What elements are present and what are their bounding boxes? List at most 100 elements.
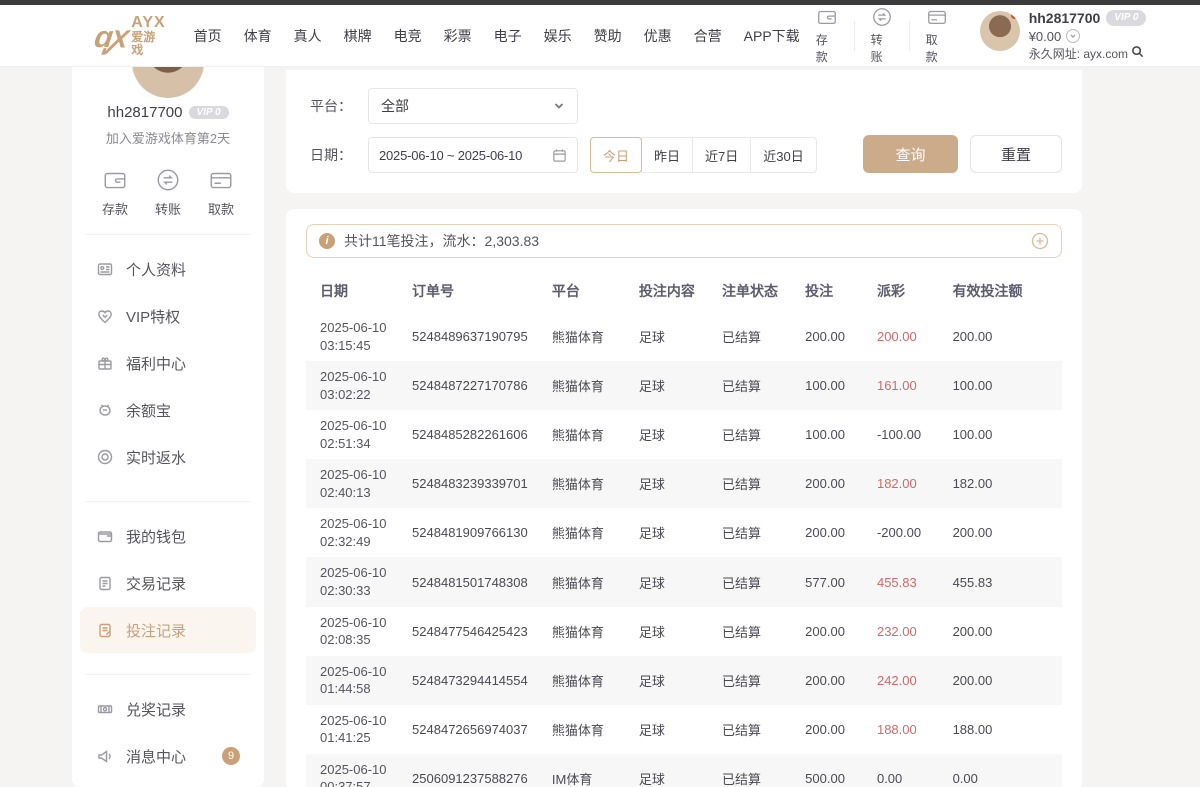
- nav-item-4[interactable]: 电竞: [394, 26, 422, 46]
- sidebar-quick-action-withdraw[interactable]: 取款: [208, 167, 234, 218]
- cell-valid: 200.00: [949, 607, 1062, 656]
- header-quick-actions: 存款转账取款: [800, 6, 964, 65]
- bet-records-table: 日期订单号平台投注内容注单状态投注派彩有效投注额 2025-06-1003:15…: [306, 270, 1062, 787]
- range-button-1[interactable]: 昨日: [641, 137, 693, 173]
- cell-date: 2025-06-1001:41:25: [306, 705, 408, 754]
- logo-mark-icon: ɑꭙ: [92, 15, 126, 56]
- nav-item-11[interactable]: APP下载: [744, 26, 800, 46]
- platform-select[interactable]: 全部: [368, 88, 578, 124]
- cell-date: 2025-06-1000:37:57: [306, 754, 408, 787]
- site-logo[interactable]: ɑꭙ AYX 爱游戏: [95, 15, 166, 57]
- cell-order: 5248473294414554: [408, 656, 548, 705]
- nav-item-9[interactable]: 优惠: [644, 26, 672, 46]
- sidebar-item-gift[interactable]: 福利中心: [80, 340, 256, 386]
- cell-platform: 熊猫体育: [548, 705, 635, 754]
- nav-item-0[interactable]: 首页: [194, 26, 222, 46]
- nav-item-10[interactable]: 合营: [694, 26, 722, 46]
- table-header-row: 日期订单号平台投注内容注单状态投注派彩有效投注额: [306, 270, 1062, 312]
- quick-action-label: 存款: [102, 199, 128, 218]
- expand-plus-icon[interactable]: [1031, 232, 1049, 250]
- sidebar-item-id-card[interactable]: 个人资料: [80, 246, 256, 292]
- nav-item-3[interactable]: 棋牌: [344, 26, 372, 46]
- cell-status: 已结算: [718, 557, 801, 606]
- cell-content: 足球: [635, 656, 718, 705]
- header-quick-action-deposit[interactable]: 存款: [800, 6, 854, 65]
- cell-date: 2025-06-1002:30:33: [306, 557, 408, 606]
- page: ɑꭙ AYX 爱游戏 首页 体育 真人 棋牌 电竞 彩票 电子 娱乐 赞助 优惠 合营 APP下载 存…: [0, 0, 1200, 787]
- nav-item-7[interactable]: 娱乐: [544, 26, 572, 46]
- cell-status: 已结算: [718, 705, 801, 754]
- nav-item-5[interactable]: 彩票: [444, 26, 472, 46]
- query-button[interactable]: 查询: [863, 135, 958, 173]
- user-info: hh2817700 VIP 0 ¥0.00 永久网址: ayx.com: [1029, 9, 1147, 63]
- sidebar-item-rebate[interactable]: 实时返水: [80, 434, 256, 480]
- sidebar-quick-action-deposit[interactable]: 存款: [102, 167, 128, 218]
- header-quick-action-withdraw[interactable]: 取款: [910, 6, 964, 65]
- permanent-url: 永久网址: ayx.com: [1029, 46, 1128, 62]
- table-row: 2025-06-1002:32:495248481909766130熊猫体育足球…: [306, 508, 1062, 557]
- cell-date: 2025-06-1002:51:34: [306, 410, 408, 459]
- nav-item-8[interactable]: 赞助: [594, 26, 622, 46]
- cell-payout: 200.00: [873, 312, 949, 361]
- sidebar: hh2817700 VIP 0 加入爱游戏体育第2天 存款转账取款 个人资料VI…: [72, 66, 264, 787]
- column-header-2: 平台: [548, 270, 635, 312]
- cell-bet: 200.00: [801, 656, 873, 705]
- sidebar-item-megaphone[interactable]: 消息中心9: [80, 733, 256, 779]
- cell-order: 5248481501748308: [408, 557, 548, 606]
- deposit-icon: [816, 6, 838, 28]
- range-button-0[interactable]: 今日: [590, 137, 642, 173]
- cell-valid: 0.00: [949, 754, 1062, 787]
- reset-button[interactable]: 重置: [970, 135, 1062, 173]
- sidebar-item-transaction[interactable]: 交易记录: [80, 560, 256, 606]
- cell-valid: 200.00: [949, 508, 1062, 557]
- cell-status: 已结算: [718, 410, 801, 459]
- transfer-icon: [155, 167, 181, 193]
- sidebar-username: hh2817700: [107, 104, 182, 121]
- sidebar-item-feedback[interactable]: 意见反馈: [80, 780, 256, 787]
- header-quick-action-transfer[interactable]: 转账: [855, 6, 909, 65]
- sidebar-item-piggy-bank[interactable]: 余额宝: [80, 387, 256, 433]
- top-strip: [0, 0, 1200, 5]
- filter-panel: 平台： 全部 日期： 2025-06-10 ~ 2025-06-10 今日昨日近…: [286, 70, 1082, 193]
- bet-record-icon: [96, 621, 114, 639]
- rebate-icon: [96, 448, 114, 466]
- cell-platform: IM体育: [548, 754, 635, 787]
- cell-content: 足球: [635, 754, 718, 787]
- sidebar-item-vip-heart[interactable]: VIP特权: [80, 293, 256, 339]
- cell-platform: 熊猫体育: [548, 361, 635, 410]
- sidebar-item-wallet[interactable]: 我的钱包: [80, 513, 256, 559]
- cell-bet: 200.00: [801, 312, 873, 361]
- cell-bet: 100.00: [801, 410, 873, 459]
- cell-status: 已结算: [718, 361, 801, 410]
- nav-item-6[interactable]: 电子: [494, 26, 522, 46]
- nav-item-2[interactable]: 真人: [294, 26, 322, 46]
- cell-platform: 熊猫体育: [548, 312, 635, 361]
- transaction-icon: [96, 574, 114, 592]
- cell-payout: 455.83: [873, 557, 949, 606]
- balance-dropdown-icon[interactable]: [1066, 29, 1080, 43]
- cell-platform: 熊猫体育: [548, 508, 635, 557]
- avatar[interactable]: [980, 11, 1020, 51]
- cell-date: 2025-06-1001:44:58: [306, 656, 408, 705]
- cell-content: 足球: [635, 607, 718, 656]
- range-button-2[interactable]: 近7日: [692, 137, 751, 173]
- vip-badge: VIP 0: [1106, 10, 1146, 26]
- cell-payout: -200.00: [873, 508, 949, 557]
- header: ɑꭙ AYX 爱游戏 首页 体育 真人 棋牌 电竞 彩票 电子 娱乐 赞助 优惠 合营 APP下载 存…: [0, 5, 1200, 67]
- wallet-icon: [96, 527, 114, 545]
- cell-status: 已结算: [718, 754, 801, 787]
- column-header-7: 有效投注额: [949, 270, 1062, 312]
- sidebar-item-label: VIP特权: [126, 306, 180, 327]
- quick-action-label: 转账: [155, 199, 181, 218]
- nav-item-1[interactable]: 体育: [244, 26, 272, 46]
- date-range-input[interactable]: 2025-06-10 ~ 2025-06-10: [368, 137, 578, 173]
- logo-text: AYX 爱游戏: [131, 15, 165, 57]
- range-button-3[interactable]: 近30日: [750, 137, 816, 173]
- sidebar-vip-badge: VIP 0: [189, 106, 229, 119]
- sidebar-quick-action-transfer[interactable]: 转账: [155, 167, 181, 218]
- sidebar-item-bet-record[interactable]: 投注记录: [80, 607, 256, 653]
- balance: ¥0.00: [1029, 28, 1062, 46]
- records-panel: i 共计11笔投注，流水：2,303.83 日期订单号平台投注内容注单状态投注派…: [286, 209, 1082, 787]
- magnifier-icon[interactable]: [1131, 45, 1144, 62]
- sidebar-item-prize[interactable]: 兑奖记录: [80, 686, 256, 732]
